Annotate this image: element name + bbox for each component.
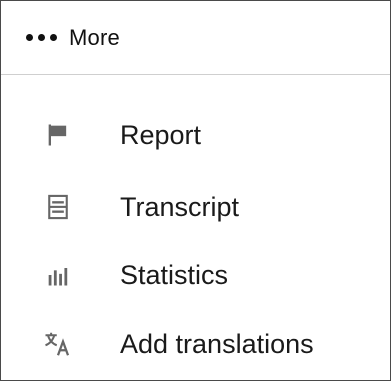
menu-item-label: Report: [120, 119, 202, 150]
menu-item-label: Transcript: [120, 191, 240, 222]
menu-item-label: Statistics: [120, 259, 229, 290]
bar-chart-icon: [41, 258, 75, 292]
menu-item-report[interactable]: Report: [1, 103, 390, 167]
translate-icon: [41, 327, 75, 361]
transcript-icon: [41, 190, 75, 224]
flag-icon: [41, 118, 75, 152]
more-label: More: [69, 24, 120, 50]
menu-item-label: Add translations: [120, 328, 314, 359]
more-button[interactable]: More: [1, 1, 390, 75]
menu-item-add-translations[interactable]: Add translations: [1, 312, 390, 376]
more-horizontal-icon: [26, 34, 57, 41]
more-menu-panel: More Report Transcript Statistics Add tr…: [0, 0, 391, 381]
menu-item-transcript[interactable]: Transcript: [1, 175, 390, 239]
menu-item-statistics[interactable]: Statistics: [1, 243, 390, 307]
